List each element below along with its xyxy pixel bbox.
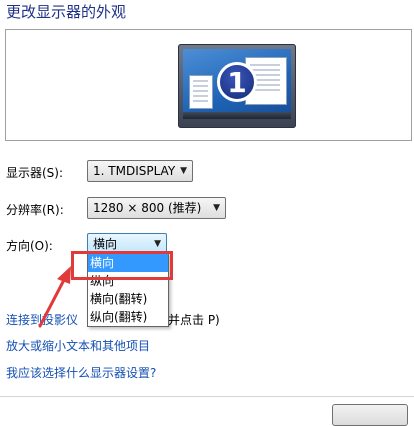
chevron-down-icon: ▼ <box>180 166 187 176</box>
resolution-label: 分辨率(R): <box>6 203 64 217</box>
page-title: 更改显示器的外观 <box>6 3 127 21</box>
monitor-screen: 1 <box>183 49 291 119</box>
resolution-select[interactable]: 1280 × 800 (推荐) ▼ <box>87 197 226 219</box>
orientation-option-portrait[interactable]: 纵向 <box>88 272 168 290</box>
display-select[interactable]: 1. TMDISPLAY ▼ <box>87 160 193 182</box>
orientation-select-value: 横向 <box>93 237 118 251</box>
orientation-option-landscape-flipped[interactable]: 横向(翻转) <box>88 290 168 308</box>
display-preview: 1 <box>5 29 412 141</box>
monitor-icon[interactable]: 1 <box>178 44 296 128</box>
display-label: 显示器(S): <box>6 166 64 180</box>
orientation-option-portrait-flipped[interactable]: 纵向(翻转) <box>88 308 168 326</box>
chevron-down-icon: ▼ <box>154 239 161 249</box>
projector-hint-text: 并点击 P) <box>168 313 220 327</box>
resolution-select-value: 1280 × 800 (推荐) <box>93 201 202 215</box>
chevron-down-icon: ▼ <box>213 203 220 213</box>
orientation-dropdown-list: 横向 纵向 横向(翻转) 纵向(翻转) <box>87 253 169 327</box>
monitor-number-badge: 1 <box>217 62 257 102</box>
text-size-link[interactable]: 放大或缩小文本和其他项目 <box>6 337 150 354</box>
orientation-select[interactable]: 横向 ▼ <box>87 233 167 255</box>
footer-button[interactable] <box>332 404 408 426</box>
window-front-icon <box>189 75 213 109</box>
orientation-option-landscape[interactable]: 横向 <box>88 254 168 272</box>
display-select-value: 1. TMDISPLAY <box>93 164 176 178</box>
footer-divider <box>0 396 414 397</box>
monitor-taskbar <box>183 112 291 119</box>
display-settings-help-link[interactable]: 我应该选择什么显示器设置? <box>6 364 156 381</box>
orientation-label: 方向(O): <box>6 239 53 253</box>
connect-projector-link[interactable]: 连接到投影仪 <box>6 311 78 328</box>
